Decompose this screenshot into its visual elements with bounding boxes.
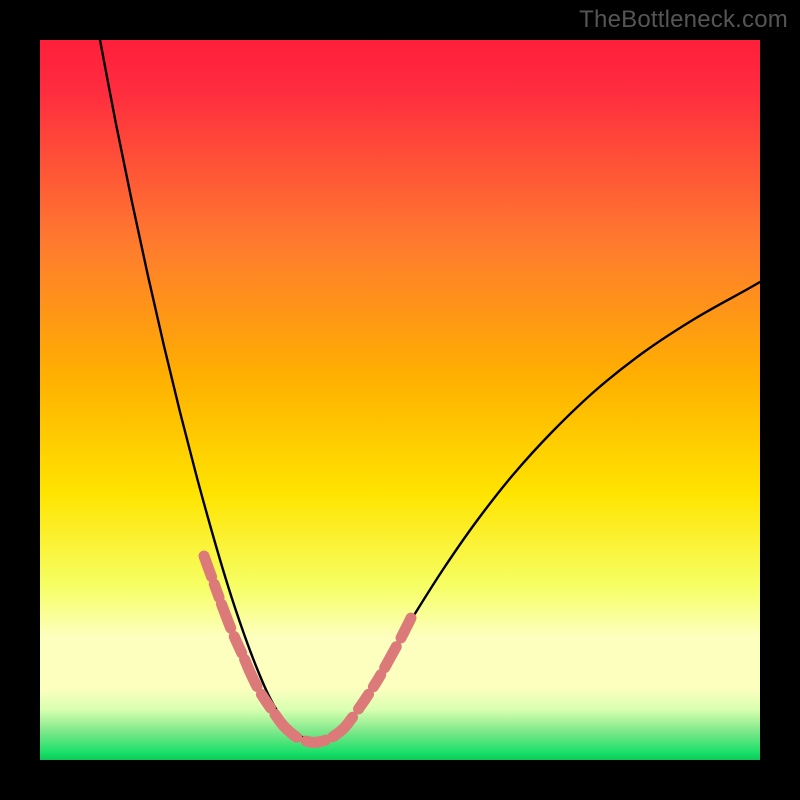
v-curve-overlay-dashes — [204, 556, 414, 742]
plot-area — [40, 40, 760, 760]
curve-layer — [40, 40, 760, 760]
chart-frame: TheBottleneck.com — [0, 0, 800, 800]
watermark-text: TheBottleneck.com — [579, 6, 788, 34]
v-curve-main — [100, 40, 760, 742]
